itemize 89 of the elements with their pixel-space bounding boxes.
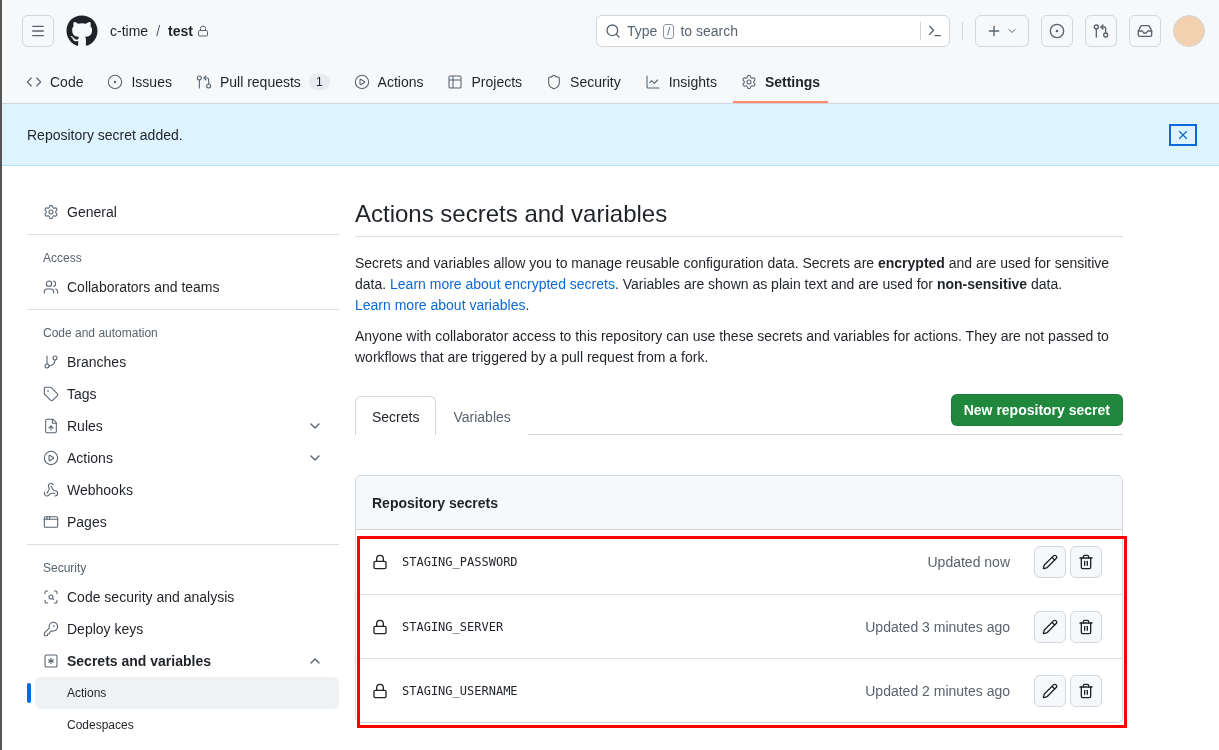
breadcrumb-separator: /: [156, 23, 160, 39]
inbox-button[interactable]: [1129, 15, 1161, 47]
pull-request-icon: [1093, 23, 1109, 39]
count-badge: 1: [308, 73, 330, 90]
edit-button[interactable]: [1034, 674, 1066, 707]
secret-name: STAGING_SERVER: [402, 619, 504, 634]
repo-tab[interactable]: Code: [18, 62, 92, 103]
repo-tab[interactable]: Pull requests 1: [187, 62, 338, 103]
learn-more-link[interactable]: Learn more about encrypted secrets: [390, 276, 615, 292]
delete-button[interactable]: [1070, 674, 1102, 707]
repo-tab[interactable]: Issues: [99, 62, 180, 103]
lock-icon: [372, 554, 388, 570]
sidebar-item[interactable]: General: [27, 196, 339, 228]
play-icon: [43, 450, 59, 466]
sidebar-item[interactable]: Tags: [27, 378, 339, 410]
file-upload-icon: [43, 418, 59, 434]
trash-icon: [1078, 618, 1094, 635]
trash-icon: [1078, 554, 1094, 570]
menu-button[interactable]: [22, 15, 54, 47]
settings-icon: [43, 204, 59, 220]
edit-button[interactable]: [1034, 610, 1066, 643]
key-icon: [43, 621, 59, 637]
new-secret-button[interactable]: New repository secret: [950, 394, 1123, 426]
search-icon: [605, 23, 621, 39]
updated-time: Updated 2 minutes ago: [865, 682, 1010, 699]
description-text: Secrets and variables allow you to manage reusable configuration data. Secrets are encrypted and are used for sensitive data. Learn more about encrypted secrets. Variables are shown as plain text and are used for non-sensitive data. Learn more about variables.: [355, 254, 1111, 315]
secret-name: STAGING_USERNAME: [402, 683, 518, 698]
updated-time: Updated 3 minutes ago: [865, 618, 1010, 635]
issues-button[interactable]: [1041, 15, 1073, 47]
repo-tab[interactable]: Actions: [345, 62, 432, 103]
sidebar-heading: Security: [42, 560, 88, 577]
github-logo-icon[interactable]: [66, 15, 98, 47]
people-icon: [43, 279, 59, 295]
issue-icon: [1049, 23, 1065, 39]
updated-time: Updated now: [927, 554, 1010, 570]
tag-icon: [43, 386, 59, 402]
search-field[interactable]: Type / to search: [596, 15, 950, 47]
graph-icon: [644, 73, 661, 90]
lock-icon: [372, 618, 388, 635]
sidebar-item[interactable]: Pages: [27, 506, 339, 538]
lock-icon: [372, 682, 388, 699]
repo-link[interactable]: test: [168, 23, 193, 39]
command-palette-icon[interactable]: [927, 23, 943, 39]
browser-icon: [43, 514, 59, 530]
sidebar-item[interactable]: Rules: [27, 410, 339, 442]
issue-icon: [107, 73, 124, 90]
repo-tab[interactable]: Insights: [636, 62, 725, 103]
sidebar-item[interactable]: Webhooks: [27, 474, 339, 506]
page-title: Actions secrets and variables: [355, 200, 1123, 237]
menu-icon: [30, 23, 46, 39]
plus-icon: [986, 23, 1002, 39]
sidebar-heading: Code and automation: [42, 325, 159, 342]
trash-icon: [1078, 682, 1094, 699]
edit-button[interactable]: [1034, 546, 1066, 578]
sidebar-item[interactable]: Branches: [27, 346, 339, 378]
sidebar-subitem[interactable]: Actions: [35, 677, 339, 709]
asterisk-icon: [43, 653, 59, 669]
repo-tab[interactable]: Security: [538, 62, 629, 103]
repo-tab[interactable]: Projects: [439, 62, 531, 103]
close-button[interactable]: [1169, 123, 1197, 146]
sidebar-subitem[interactable]: Codespaces: [35, 709, 339, 741]
table-icon: [447, 73, 464, 90]
sidebar-heading: Access: [42, 250, 83, 267]
settings-icon: [740, 73, 757, 90]
selection-bar: [27, 683, 31, 703]
pull-request-icon: [195, 73, 212, 90]
flash-message: Repository secret added.: [27, 126, 183, 143]
create-new-button[interactable]: [975, 15, 1029, 47]
pencil-icon: [1042, 618, 1058, 635]
sidebar-item[interactable]: Code security and analysis: [27, 581, 339, 613]
delete-button[interactable]: [1070, 546, 1102, 578]
sidebar-item[interactable]: Secrets and variables: [27, 645, 339, 677]
description-text: Anyone with collaborator access to this repository can use these secrets and variables for actions. They are not passed to workflows that are triggered by a pull request from a fork.: [355, 327, 1110, 367]
pencil-icon: [1042, 554, 1058, 570]
shield-icon: [546, 73, 563, 90]
panel-heading: Repository secrets: [356, 476, 1122, 530]
sidebar-item[interactable]: Actions: [27, 442, 339, 474]
delete-button[interactable]: [1070, 610, 1102, 643]
branch-icon: [43, 354, 59, 370]
owner-link[interactable]: c-time: [110, 23, 149, 39]
sidebar-item[interactable]: Deploy keys: [27, 613, 339, 645]
webhook-icon: [43, 482, 59, 498]
sidebar-item[interactable]: Collaborators and teams: [27, 271, 339, 303]
pull-requests-button[interactable]: [1085, 15, 1117, 47]
secret-name: STAGING_PASSWORD: [402, 555, 518, 569]
tab[interactable]: Secrets: [355, 396, 437, 435]
play-icon: [353, 73, 370, 90]
pencil-icon: [1042, 682, 1058, 699]
inbox-icon: [1137, 23, 1153, 39]
